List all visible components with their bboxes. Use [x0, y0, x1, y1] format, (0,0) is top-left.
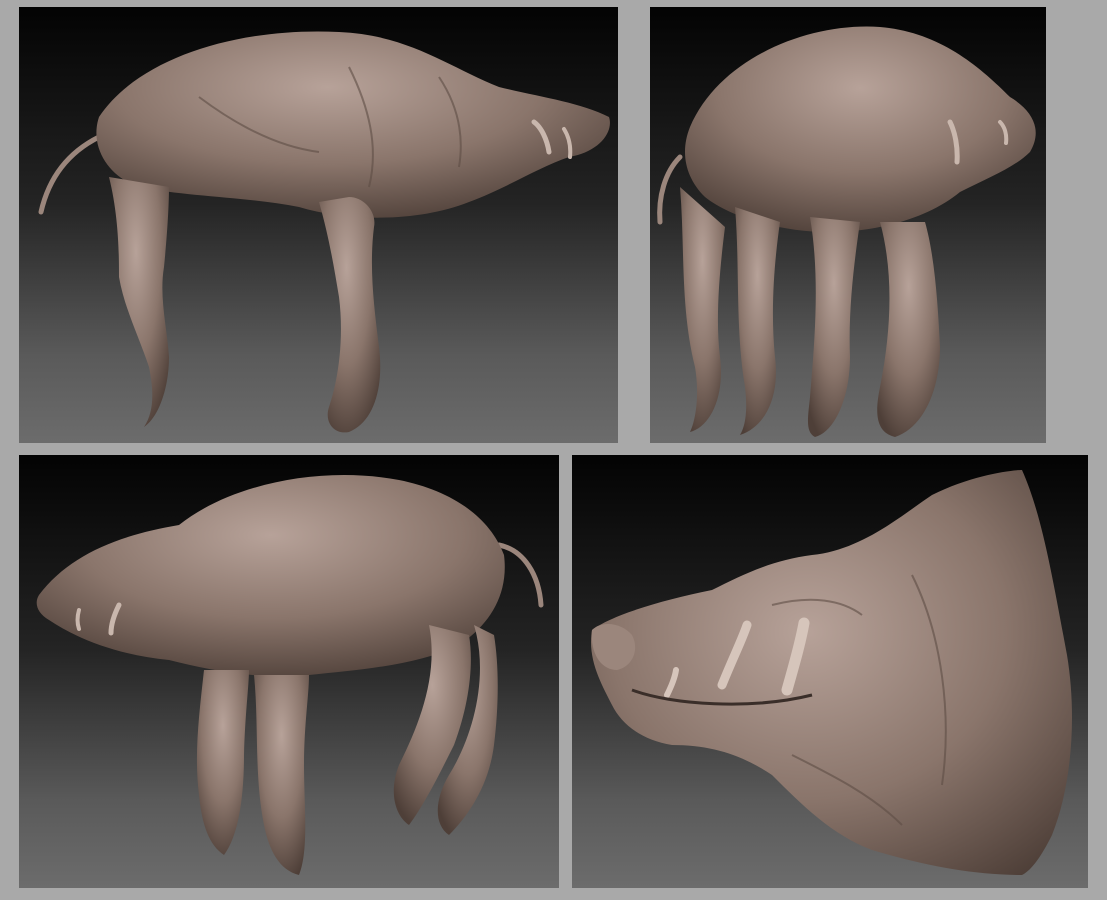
leg [807, 217, 860, 437]
leg [196, 670, 249, 855]
back-leg [109, 177, 169, 427]
tail [38, 134, 102, 215]
leg [877, 222, 940, 437]
render-panel-head-closeup [572, 455, 1088, 888]
tail [496, 542, 544, 608]
tail [657, 154, 683, 225]
front-leg [319, 197, 381, 433]
tusk [75, 608, 81, 631]
head [591, 470, 1072, 875]
creature-sculpt-three-quarter [657, 26, 1036, 437]
creature-sculpt-side-right [38, 31, 610, 433]
leg [735, 207, 780, 435]
render-panel-three-quarter-front [650, 7, 1046, 443]
body [96, 31, 610, 218]
creature-head-sculpt [591, 470, 1072, 875]
leg [680, 187, 725, 432]
render-panel-side-left [19, 455, 559, 888]
creature-sculpt-side-left [36, 475, 544, 875]
leg [254, 675, 309, 875]
body [685, 26, 1036, 232]
render-panel-side-right [19, 7, 618, 443]
